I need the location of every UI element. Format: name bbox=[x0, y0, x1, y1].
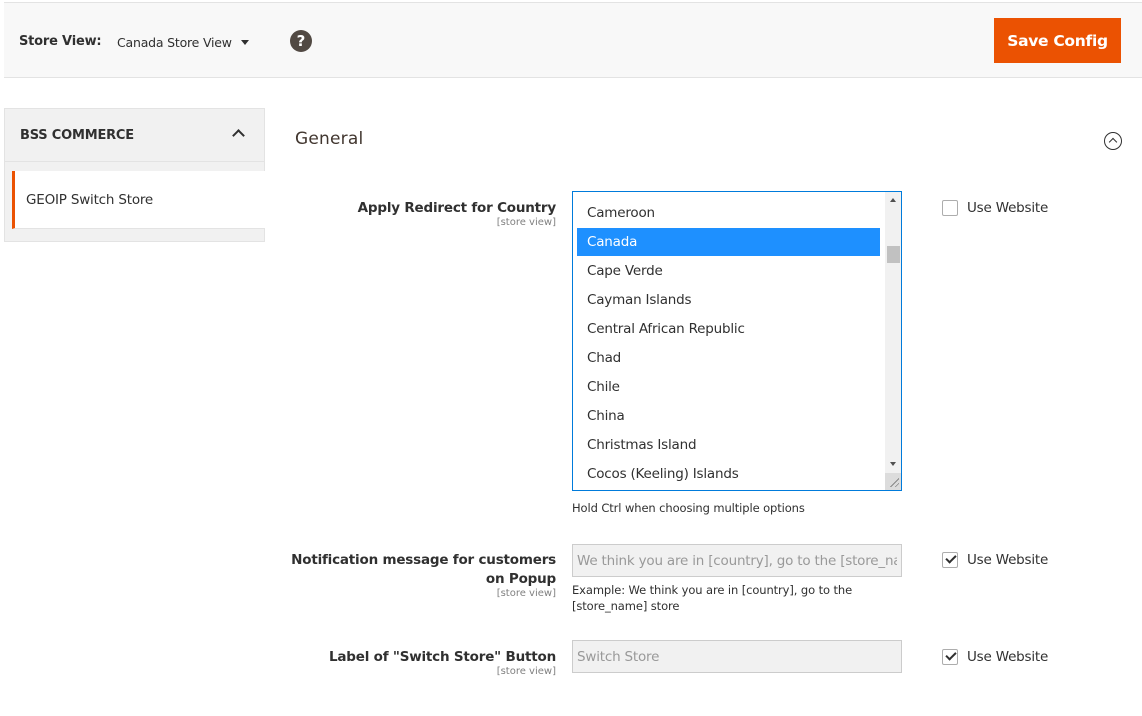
store-view-label: Store View: bbox=[19, 34, 102, 49]
use-website-label: Use Website bbox=[967, 200, 1049, 216]
multiselect-scrollbar[interactable] bbox=[885, 192, 901, 490]
use-website-label: Use Website bbox=[967, 649, 1049, 665]
save-config-button[interactable]: Save Config bbox=[994, 18, 1121, 63]
notification-message-input[interactable] bbox=[572, 544, 902, 577]
use-website-checkbox-switch-store[interactable]: Use Website bbox=[942, 649, 1048, 665]
chevron-up-icon bbox=[232, 129, 245, 142]
use-website-checkbox-country[interactable]: Use Website bbox=[942, 200, 1048, 216]
scroll-down-arrow-icon[interactable] bbox=[890, 462, 896, 466]
config-sidebar: BSS COMMERCE GEOIP Switch Store bbox=[4, 108, 265, 242]
field-scope: [store view] bbox=[496, 588, 556, 599]
checkbox-checked[interactable] bbox=[942, 552, 958, 568]
resize-corner bbox=[885, 473, 901, 490]
use-website-label: Use Website bbox=[967, 552, 1049, 568]
notification-message-note: Example: We think you are in [country], … bbox=[572, 583, 853, 613]
country-option[interactable]: Chad bbox=[577, 344, 880, 372]
field-label-notification-message: Notification message for customers on Po… bbox=[291, 552, 556, 587]
collapse-section-icon[interactable] bbox=[1104, 132, 1122, 150]
resize-grip-icon[interactable] bbox=[889, 477, 899, 487]
sidebar-group-bss-commerce[interactable]: BSS COMMERCE bbox=[5, 109, 265, 162]
field-label-switch-store-button: Label of "Switch Store" Button bbox=[328, 649, 556, 665]
field-label-apply-redirect: Apply Redirect for Country bbox=[357, 200, 557, 216]
scrollbar-thumb[interactable] bbox=[887, 246, 900, 263]
page-actions-bar: Store View: Canada Store View ? Save Con… bbox=[4, 2, 1142, 78]
scroll-up-arrow-icon[interactable] bbox=[890, 198, 896, 202]
country-option[interactable]: Chile bbox=[577, 373, 880, 401]
country-option[interactable]: China bbox=[577, 402, 880, 430]
use-website-checkbox-notification[interactable]: Use Website bbox=[942, 552, 1048, 568]
field-scope: [store view] bbox=[496, 666, 556, 677]
help-icon[interactable]: ? bbox=[290, 30, 312, 52]
country-option[interactable]: Cayman Islands bbox=[577, 286, 880, 314]
country-option[interactable]: Cocos (Keeling) Islands bbox=[577, 460, 880, 488]
country-option-selected[interactable]: Canada bbox=[577, 228, 880, 256]
sidebar-item-label: GEOIP Switch Store bbox=[26, 192, 154, 208]
caret-down-icon bbox=[240, 40, 249, 45]
country-option[interactable]: Cape Verde bbox=[577, 257, 880, 285]
section-title: General bbox=[295, 129, 364, 149]
field-scope: [store view] bbox=[496, 217, 556, 228]
sidebar-group-title: BSS COMMERCE bbox=[20, 128, 134, 143]
multiselect-note: Hold Ctrl when choosing multiple options bbox=[572, 501, 805, 515]
country-multiselect[interactable]: Cameroon Canada Cape Verde Cayman Island… bbox=[572, 191, 902, 491]
checkbox-unchecked[interactable] bbox=[942, 200, 958, 216]
store-view-switcher[interactable]: Canada Store View bbox=[117, 35, 249, 50]
country-option[interactable]: Cameroon bbox=[577, 199, 880, 227]
sidebar-item-geoip-switch-store[interactable]: GEOIP Switch Store bbox=[12, 171, 265, 229]
switch-store-label-input[interactable] bbox=[572, 640, 902, 673]
store-view-value: Canada Store View bbox=[117, 35, 232, 50]
country-option[interactable]: Central African Republic bbox=[577, 315, 880, 343]
country-option[interactable]: Christmas Island bbox=[577, 431, 880, 459]
checkbox-checked[interactable] bbox=[942, 649, 958, 665]
